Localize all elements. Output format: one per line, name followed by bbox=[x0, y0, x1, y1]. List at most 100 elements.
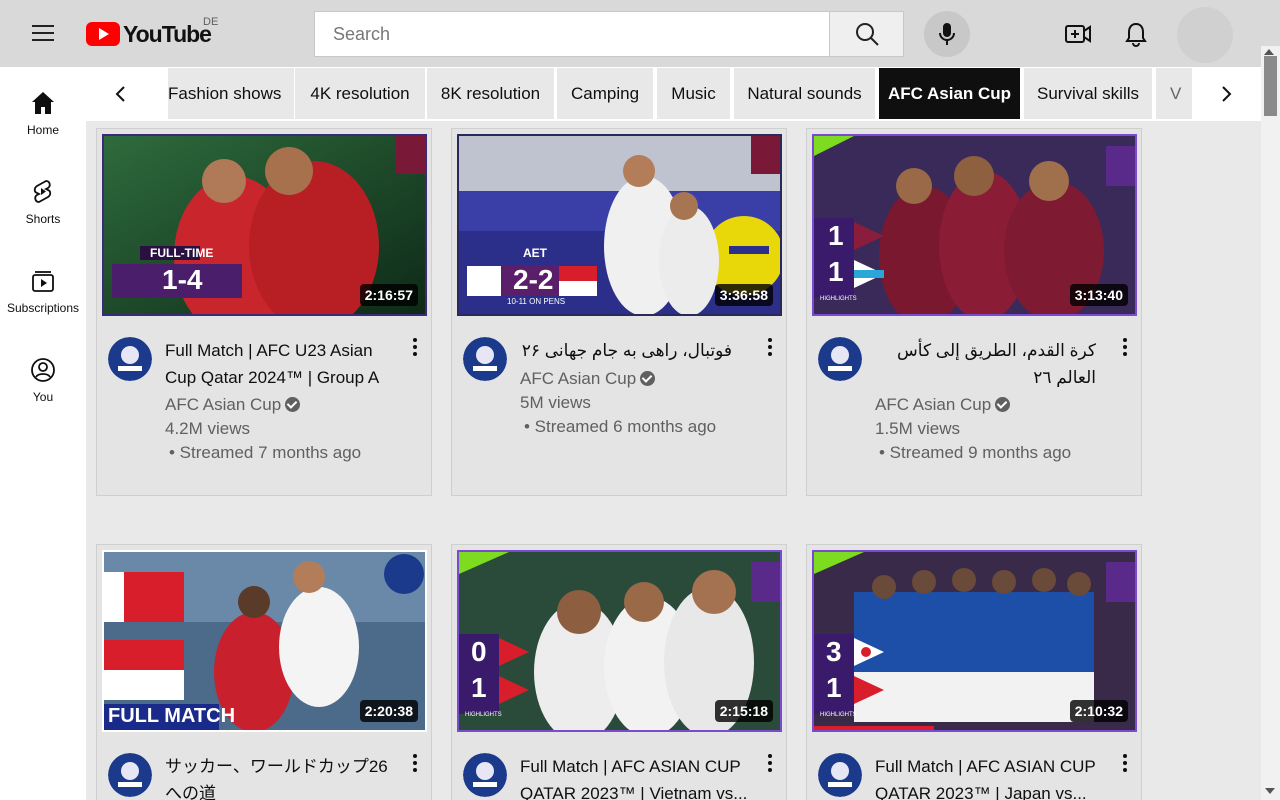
stream-time: • Streamed 6 months ago bbox=[524, 417, 717, 436]
channel-name[interactable]: AFC Asian Cup bbox=[520, 369, 656, 389]
chip-survival-skills[interactable]: Survival skills bbox=[1024, 68, 1152, 119]
view-count: 1.5M views bbox=[875, 419, 961, 438]
video-thumbnail[interactable]: 0 1 HIGHLIGHTS 2:15:18 bbox=[457, 550, 782, 732]
video-thumbnail[interactable]: FULL MATCH 2:20:38 bbox=[102, 550, 427, 732]
channel-name[interactable]: AFC Asian Cup bbox=[165, 395, 301, 415]
thumbnail-score-top: 0 bbox=[471, 636, 487, 667]
more-options-icon[interactable] bbox=[761, 335, 779, 359]
sidebar-item-you[interactable]: You bbox=[0, 334, 86, 408]
thumbnail-score: 2-2 bbox=[513, 264, 554, 295]
thumbnail-score-top: 3 bbox=[826, 636, 842, 667]
video-thumbnail[interactable]: FULL-TIME 1-4 2:16:57 bbox=[102, 134, 427, 316]
chip-partial[interactable]: V bbox=[1156, 68, 1192, 119]
scroll-up-icon[interactable] bbox=[1264, 49, 1274, 55]
video-thumbnail[interactable]: 3 1 HIGHLIGHTS 2:10:32 bbox=[812, 550, 1137, 732]
video-duration: 3:36:58 bbox=[714, 284, 773, 306]
channel-name-text: AFC Asian Cup bbox=[165, 395, 282, 414]
video-card[interactable]: AET 2-2 10-11 ON PENS 3:36:58 فوتبال، را… bbox=[451, 128, 787, 496]
more-options-icon[interactable] bbox=[1116, 751, 1134, 775]
sidebar-label-you: You bbox=[32, 390, 54, 404]
category-chip-bar: Fashion shows 4K resolution 8K resolutio… bbox=[86, 67, 1261, 121]
channel-avatar[interactable] bbox=[818, 753, 862, 797]
thumbnail-score-bottom: 1 bbox=[826, 672, 842, 703]
page-scrollbar[interactable] bbox=[1261, 46, 1280, 800]
thumbnail-score-bottom: 1 bbox=[471, 672, 487, 703]
video-title[interactable]: Full Match | AFC ASIAN CUP QATAR 2023™ |… bbox=[875, 753, 1105, 800]
search-icon bbox=[855, 23, 879, 46]
thumbnail-overlay-label: AET bbox=[523, 246, 547, 260]
create-button[interactable] bbox=[1060, 16, 1096, 52]
youtube-logo[interactable]: YouTube DE bbox=[86, 16, 218, 52]
subscriptions-icon bbox=[32, 271, 54, 292]
sidebar-item-subscriptions[interactable]: Subscriptions bbox=[0, 245, 86, 319]
chip-natural-sounds[interactable]: Natural sounds bbox=[734, 68, 875, 119]
chip-camping[interactable]: Camping bbox=[557, 68, 653, 119]
channel-name-text: AFC Asian Cup bbox=[520, 369, 637, 388]
youtube-play-icon bbox=[86, 22, 120, 46]
more-options-icon[interactable] bbox=[406, 335, 424, 359]
chip-4k-resolution[interactable]: 4K resolution bbox=[295, 68, 425, 119]
sidebar-item-shorts[interactable]: Shorts bbox=[0, 156, 86, 230]
more-options-icon[interactable] bbox=[761, 751, 779, 775]
video-thumbnail[interactable]: 1 1 HIGHLIGHTS 3:13:40 bbox=[812, 134, 1137, 316]
video-card[interactable]: 1 1 HIGHLIGHTS 3:13:40 كرة القدم، الطريق… bbox=[806, 128, 1142, 496]
video-duration: 2:20:38 bbox=[359, 700, 418, 722]
thumbnail-overlay-label: FULL MATCH bbox=[108, 705, 236, 727]
menu-icon[interactable] bbox=[24, 18, 62, 48]
voice-search-button[interactable] bbox=[924, 11, 970, 57]
chip-afc-asian-cup[interactable]: AFC Asian Cup bbox=[879, 68, 1020, 119]
sidebar-label-subscriptions: Subscriptions bbox=[6, 301, 80, 315]
channel-avatar[interactable] bbox=[463, 753, 507, 797]
chip-music[interactable]: Music bbox=[657, 68, 730, 119]
thumbnail-overlay-label: HIGHLIGHTS bbox=[465, 712, 502, 718]
thumbnail-score-bottom: 1 bbox=[828, 256, 844, 287]
channel-avatar[interactable] bbox=[818, 337, 862, 381]
chip-8k-resolution[interactable]: 8K resolution bbox=[427, 68, 554, 119]
thumbnail-overlay-label: FULL-TIME bbox=[150, 246, 214, 260]
logo-text: YouTube bbox=[123, 20, 212, 47]
verified-badge-icon bbox=[285, 397, 301, 412]
view-count: 5M views bbox=[520, 393, 591, 412]
account-avatar[interactable] bbox=[1177, 7, 1233, 63]
more-options-icon[interactable] bbox=[406, 751, 424, 775]
search-input[interactable] bbox=[333, 23, 829, 45]
scrollbar-thumb[interactable] bbox=[1264, 56, 1277, 116]
thumbnail-overlay-label: HIGHLIGHTS bbox=[820, 712, 857, 718]
video-duration: 2:10:32 bbox=[1069, 700, 1128, 722]
home-icon bbox=[32, 92, 54, 114]
video-title[interactable]: Full Match | AFC ASIAN CUP QATAR 2023™ |… bbox=[520, 753, 750, 800]
channel-avatar[interactable] bbox=[108, 753, 152, 797]
chip-fashion-shows[interactable]: Fashion shows bbox=[168, 68, 294, 119]
video-title[interactable]: Full Match | AFC U23 Asian Cup Qatar 202… bbox=[165, 337, 397, 391]
video-card[interactable]: FULL MATCH 2:20:38 サッカー、ワールドカップ26への道 bbox=[96, 544, 432, 800]
video-grid: FULL-TIME 1-4 2:16:57 Full Match | AFC U… bbox=[86, 121, 1261, 800]
video-duration: 2:16:57 bbox=[359, 284, 418, 306]
channel-name-text: AFC Asian Cup bbox=[875, 395, 992, 414]
channel-name[interactable]: AFC Asian Cup bbox=[875, 395, 1011, 415]
video-duration: 2:15:18 bbox=[714, 700, 773, 722]
video-card[interactable]: FULL-TIME 1-4 2:16:57 Full Match | AFC U… bbox=[96, 128, 432, 496]
scroll-down-icon[interactable] bbox=[1265, 788, 1275, 794]
channel-avatar[interactable] bbox=[463, 337, 507, 381]
video-title[interactable]: كرة القدم، الطريق إلى كأس العالم ٢٦ bbox=[875, 337, 1096, 391]
video-title[interactable]: فوتبال، راهی به جام جهانی ۲۶ bbox=[520, 337, 732, 364]
thumbnail-overlay-label: HIGHLIGHTS bbox=[820, 296, 857, 302]
sidebar-item-home[interactable]: Home bbox=[0, 67, 86, 141]
search-box[interactable] bbox=[314, 11, 829, 57]
video-card[interactable]: 3 1 HIGHLIGHTS 2:10:32 Full Match | AFC … bbox=[806, 544, 1142, 800]
more-options-icon[interactable] bbox=[1116, 335, 1134, 359]
thumbnail-sub-label: 10-11 ON PENS bbox=[507, 297, 566, 306]
channel-avatar[interactable] bbox=[108, 337, 152, 381]
notifications-button[interactable] bbox=[1118, 16, 1154, 52]
top-bar: YouTube DE bbox=[0, 0, 1280, 67]
verified-badge-icon bbox=[640, 371, 656, 386]
sidebar: Home Shorts Subscriptions You bbox=[0, 67, 86, 800]
search-button[interactable] bbox=[829, 11, 904, 57]
video-thumbnail[interactable]: AET 2-2 10-11 ON PENS 3:36:58 bbox=[457, 134, 782, 316]
video-card[interactable]: 0 1 HIGHLIGHTS 2:15:18 Full Match | AFC … bbox=[451, 544, 787, 800]
region-code: DE bbox=[203, 16, 219, 28]
verified-badge-icon bbox=[995, 397, 1011, 412]
video-title[interactable]: サッカー、ワールドカップ26への道 bbox=[165, 753, 397, 800]
chips-scroll-right-button[interactable] bbox=[1210, 77, 1244, 111]
chips-scroll-left-button[interactable] bbox=[103, 77, 137, 111]
